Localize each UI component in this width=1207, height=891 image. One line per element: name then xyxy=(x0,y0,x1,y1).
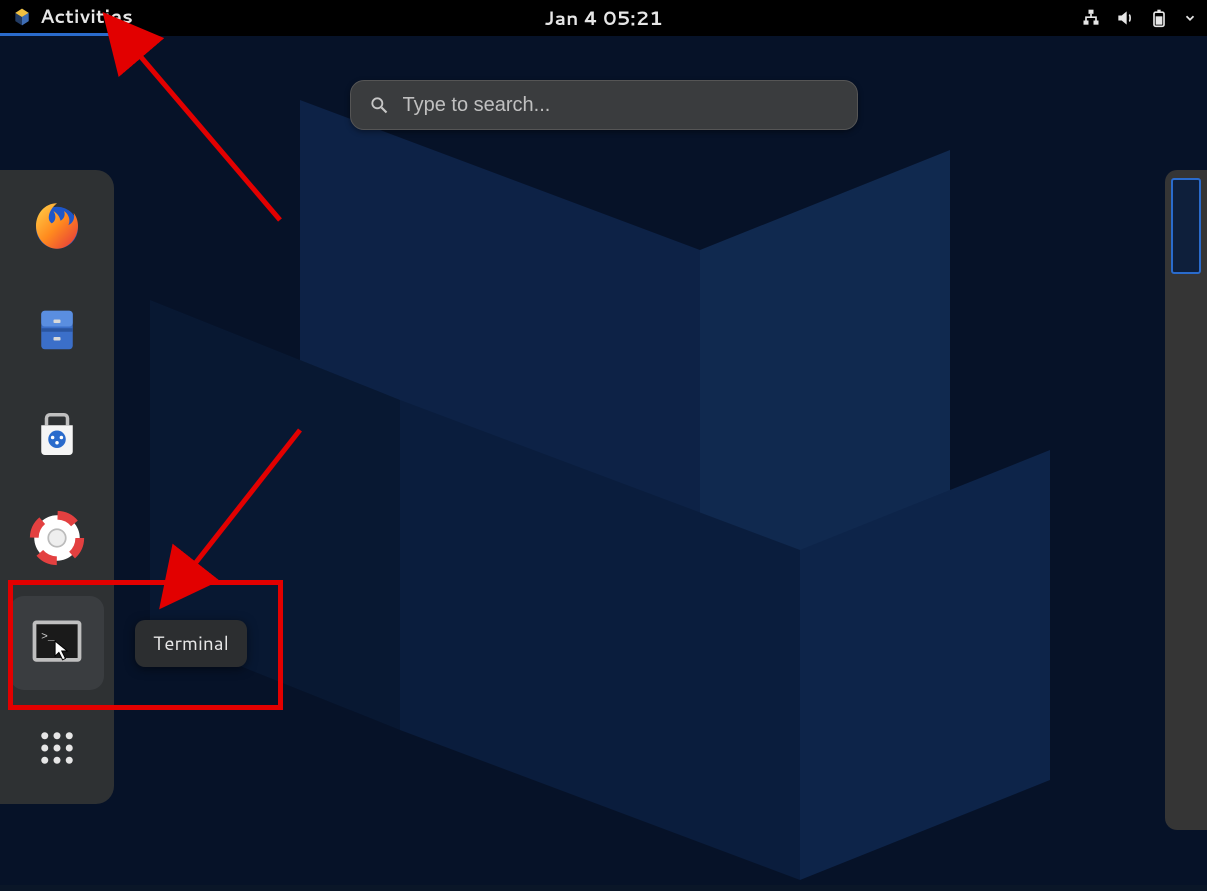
clock-text: Jan 4 05:21 xyxy=(544,5,662,32)
desktop-wallpaper xyxy=(0,0,1207,885)
clock-button[interactable]: Jan 4 05:21 xyxy=(544,0,662,36)
tooltip-label: Terminal xyxy=(153,630,229,657)
terminal-icon: >_ xyxy=(27,613,87,673)
chevron-down-icon xyxy=(1183,11,1197,25)
dock-item-files[interactable] xyxy=(25,298,89,362)
search-input[interactable] xyxy=(403,94,839,117)
show-apps-icon xyxy=(29,720,85,776)
dock-tooltip: Terminal xyxy=(135,620,247,667)
dock-item-help[interactable] xyxy=(25,506,89,570)
search-icon xyxy=(369,95,389,115)
files-icon xyxy=(29,302,85,358)
dock-item-show-apps[interactable] xyxy=(25,716,89,780)
network-wired-icon xyxy=(1081,8,1101,28)
system-status-area[interactable] xyxy=(1081,0,1197,36)
overview-search[interactable] xyxy=(350,80,858,130)
top-panel: Activities Jan 4 05:21 xyxy=(0,0,1207,36)
svg-text:>_: >_ xyxy=(41,631,55,643)
dock-item-software[interactable] xyxy=(25,402,89,466)
gnome-logo-icon xyxy=(12,7,32,27)
volume-icon xyxy=(1115,8,1135,28)
activities-label: Activities xyxy=(40,3,133,30)
search-container xyxy=(350,80,858,130)
firefox-icon xyxy=(29,198,85,254)
battery-icon xyxy=(1149,8,1169,28)
dock-item-firefox[interactable] xyxy=(25,194,89,258)
dock-item-terminal[interactable]: >_ xyxy=(10,596,104,690)
workspace-thumbnail-1[interactable] xyxy=(1171,178,1201,274)
activities-button[interactable]: Activities xyxy=(0,0,145,36)
workspace-switcher xyxy=(1165,170,1207,830)
help-icon xyxy=(29,510,85,566)
dash-dock: >_ xyxy=(0,170,114,804)
software-icon xyxy=(29,406,85,462)
